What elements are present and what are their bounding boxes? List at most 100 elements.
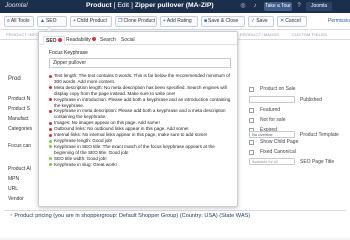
seo-analysis-text: Meta description length: No meta descrip…	[54, 84, 227, 96]
clone-product-button[interactable]: ❐Clone Product	[115, 16, 157, 27]
seo-analysis-text: Keyphrase length: Good job!	[54, 137, 113, 143]
save-button[interactable]: ✓Save	[248, 16, 274, 27]
field-label-categories: Categories	[8, 126, 33, 132]
readability-score-dot	[91, 37, 96, 41]
child-product-button[interactable]: +Child Product	[70, 16, 112, 27]
seo-analysis-item: Keyphrase in SEO title: The exact match …	[49, 144, 233, 156]
seo-analysis-text: Text length: The text contains 0 words. …	[54, 73, 231, 84]
field-label-product-alias: Product Al	[8, 166, 31, 172]
tab-readability-label: Readability	[66, 37, 91, 43]
published-label: Published	[300, 97, 322, 103]
joomla-logo[interactable]: Joomla!	[5, 2, 28, 9]
bad-status-icon	[49, 121, 52, 125]
focus-keyphrase-input[interactable]: Zipper pullover	[49, 58, 231, 68]
save-icon: ■	[204, 18, 208, 24]
plus-icon: +	[163, 18, 166, 24]
close-icon: ✕	[280, 18, 285, 24]
tab-seo-label: SEO	[46, 38, 57, 44]
field-label-mpn: MPN	[8, 176, 20, 182]
tab-seo[interactable]: SEO	[43, 36, 65, 45]
seo-score-dot	[57, 38, 62, 42]
field-label-product-name: Product N	[8, 96, 31, 102]
child-product-label: Child Product	[76, 18, 107, 24]
bad-status-icon	[49, 110, 52, 114]
section-title: Prod	[8, 76, 21, 82]
tab-custom-fields[interactable]: CUSTOM FIELDS	[292, 32, 327, 37]
all-tools-label: All Tools	[10, 18, 30, 24]
show-child-page-checkbox[interactable]	[249, 140, 254, 145]
add-rating-label: Add Rating	[166, 18, 192, 24]
fixed-canonical-label: Fixed Canonical	[260, 149, 296, 155]
page-title: Product [ Edit ] Zipper pullover (MA-ZIP…	[86, 2, 214, 9]
seo-label: SEO	[45, 18, 57, 24]
cancel-button[interactable]: ✕Cancel	[277, 16, 307, 27]
featured-label: Featured	[260, 107, 281, 113]
published-select[interactable]	[249, 96, 295, 103]
seo-analysis-text: Keyphrase in SEO title: The exact match …	[54, 143, 215, 155]
seo-analysis-list: Text length: The text contains 0 words. …	[49, 73, 233, 168]
seo-page-title-input[interactable]: Available for all	[249, 158, 295, 165]
good-status-icon	[49, 157, 52, 161]
tab-social[interactable]: Social	[119, 36, 137, 45]
not-for-sale-label: Not for sale	[260, 117, 286, 123]
field-label-manufacturer: Manufact	[8, 116, 29, 122]
seo-tabs: SEO Readability Search Social	[39, 35, 237, 45]
seo-analysis-text: SEO title width: Good job!	[54, 155, 107, 161]
take-tour-button[interactable]: Take a Tour	[264, 2, 292, 11]
bad-status-icon	[49, 127, 52, 131]
product-template-label: Product Template	[300, 132, 339, 138]
good-status-icon	[49, 163, 52, 167]
add-rating-button[interactable]: +Add Rating	[160, 16, 198, 27]
bad-status-icon	[49, 98, 52, 102]
pricing-bar[interactable]: ◔ Product pricing (you are in shoppergrou…	[4, 210, 346, 222]
field-label-url: URL	[8, 186, 19, 192]
tab-readability[interactable]: Readability	[64, 36, 98, 45]
plus-icon: +	[73, 18, 76, 24]
seo-analysis-item: Text length: The text contains 0 words. …	[49, 73, 233, 85]
product-on-sale-label: Product on Sale	[260, 86, 296, 92]
save-label: Save	[256, 18, 268, 24]
good-status-icon	[49, 139, 52, 143]
copy-icon: ❐	[118, 18, 123, 24]
sliders-icon: ≡	[7, 18, 10, 24]
user-menu-button[interactable]: Joomla	[306, 2, 332, 11]
field-label-focus: Focus can	[8, 143, 32, 149]
product-template-select[interactable]: No override	[249, 131, 295, 138]
not-for-sale-checkbox[interactable]	[249, 118, 254, 123]
seo-analysis-item: Keyphrase in meta description: Please ad…	[49, 108, 233, 120]
seo-analysis-text: Keyphrase in slug: Great work!	[54, 161, 117, 167]
tab-product-images[interactable]: PRODUCT IMAGES	[240, 32, 279, 37]
fixed-canonical-checkbox[interactable]	[249, 150, 254, 155]
product-on-sale-checkbox[interactable]	[249, 87, 254, 92]
all-tools-button[interactable]: ≡All Tools	[4, 16, 34, 27]
check-icon: ✓	[251, 18, 256, 24]
top-bar: Joomla! Product [ Edit ] Zipper pullover…	[0, 0, 350, 13]
seo-analysis-text: Outbound links: No outbound links appear…	[54, 126, 189, 132]
field-label-vendor: Vendor	[8, 196, 24, 202]
cancel-label: Cancel	[285, 18, 301, 24]
pricing-text: Product pricing (you are in shoppergroup…	[14, 213, 251, 219]
help-icon[interactable]: ?	[294, 2, 304, 11]
page-title-product: Zipper pullover (MA-ZIP)	[134, 2, 214, 9]
seo-button[interactable]: ▲SEO	[37, 16, 67, 27]
bell-icon[interactable]: ♪	[250, 2, 260, 11]
seo-page-title-label: SEO Page Title	[300, 159, 335, 165]
field-label-product-sku: Product S	[8, 106, 30, 112]
show-child-page-label: Show Child Page	[260, 139, 299, 145]
seo-analysis-text: Keyphrase in meta description: Please ad…	[54, 108, 226, 120]
good-status-icon	[49, 145, 52, 149]
seo-analysis-text: Keyphrase in introduction: Please add bo…	[54, 96, 231, 108]
save-close-button[interactable]: ■Save & Close	[201, 16, 245, 27]
seo-analysis-text: Images: No images appear on this page. A…	[54, 120, 160, 126]
page-title-label: Product	[86, 2, 112, 9]
pricing-icon: ◔	[9, 213, 13, 219]
seo-popover: SEO Readability Search Social Focus Keyp…	[38, 31, 238, 207]
focus-keyphrase-label: Focus Keyphrase	[49, 50, 88, 56]
bad-status-icon	[49, 133, 52, 137]
globe-icon[interactable]: ◎	[238, 2, 248, 11]
permissions-link[interactable]: Permissio	[328, 18, 350, 24]
seo-analysis-item: Keyphrase in slug: Great work!	[49, 162, 233, 168]
tab-search[interactable]: Search	[98, 36, 118, 45]
seo-analysis-text: Internal links: No internal links appear…	[54, 132, 208, 138]
featured-checkbox[interactable]	[249, 108, 254, 113]
